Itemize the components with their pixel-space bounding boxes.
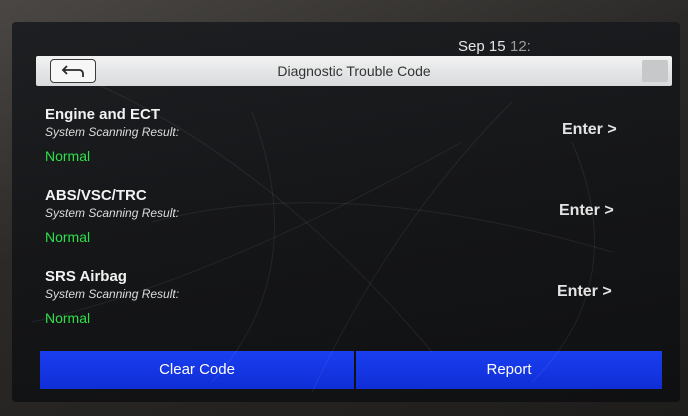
clear-code-button[interactable]: Clear Code — [40, 351, 354, 389]
enter-button-abs[interactable]: Enter > — [559, 202, 614, 220]
back-arrow-icon — [61, 65, 84, 77]
system-status: Normal — [45, 148, 91, 164]
system-row-srs: SRS Airbag System Scanning Result: Norma… — [45, 268, 665, 338]
system-status: Normal — [45, 310, 91, 326]
status-date: Sep 15 — [458, 38, 506, 55]
system-subtitle: System Scanning Result: — [45, 125, 180, 139]
system-row-abs: ABS/VSC/TRC System Scanning Result: Norm… — [45, 187, 665, 257]
device-screen: Sep 15 12: Diagnostic Trouble Code Engin… — [12, 22, 680, 402]
system-name: ABS/VSC/TRC — [45, 187, 147, 204]
enter-button-srs[interactable]: Enter > — [557, 283, 612, 301]
menu-button[interactable] — [642, 60, 668, 82]
page-title: Diagnostic Trouble Code — [277, 63, 431, 79]
status-bar: Sep 15 12: — [12, 22, 680, 55]
status-time: 12: — [510, 38, 531, 55]
report-button[interactable]: Report — [356, 351, 662, 389]
enter-button-engine[interactable]: Enter > — [562, 121, 617, 139]
system-subtitle: System Scanning Result: — [45, 287, 180, 301]
back-button[interactable] — [50, 59, 96, 83]
title-bar: Diagnostic Trouble Code — [36, 56, 672, 86]
system-name: Engine and ECT — [45, 106, 161, 123]
system-status: Normal — [45, 229, 91, 245]
system-name: SRS Airbag — [45, 268, 127, 285]
system-subtitle: System Scanning Result: — [45, 206, 180, 220]
system-row-engine: Engine and ECT System Scanning Result: N… — [45, 106, 665, 176]
